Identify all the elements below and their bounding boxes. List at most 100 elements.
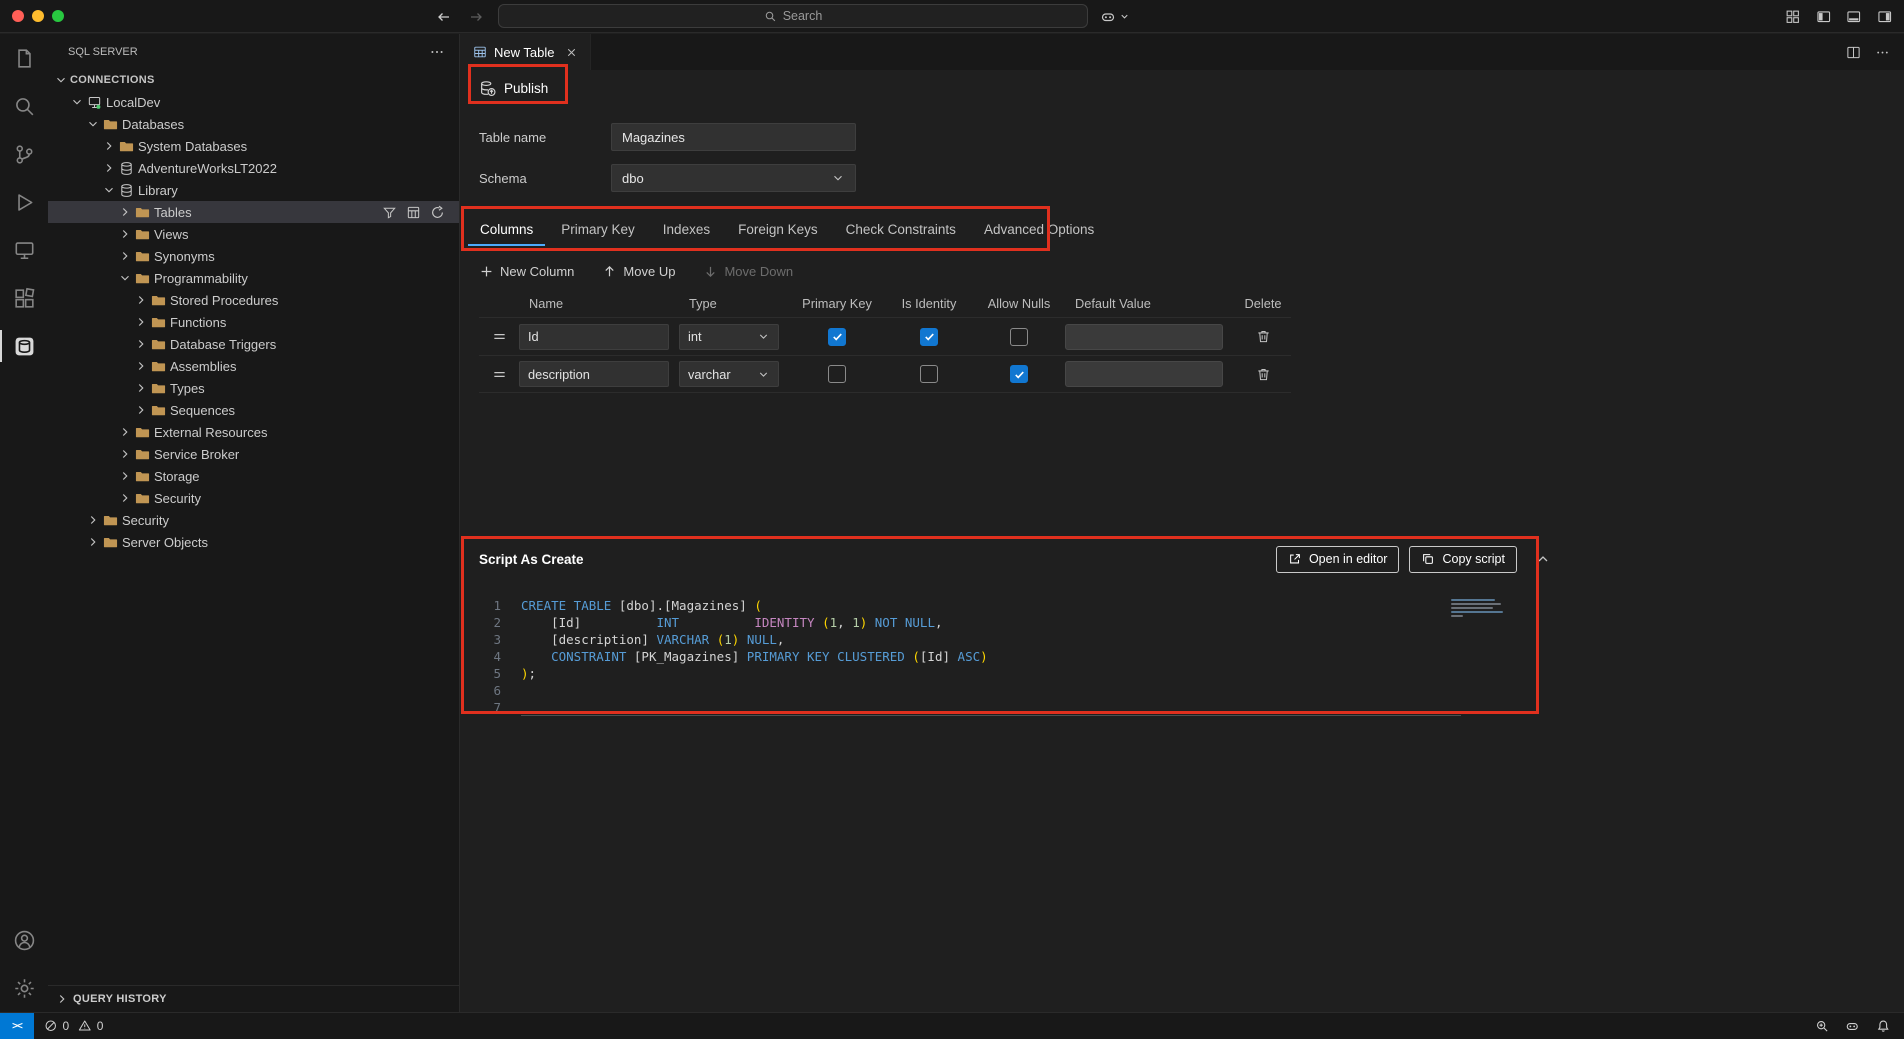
- tree-item-security[interactable]: Security: [48, 487, 459, 509]
- designer-tab-foreign-keys[interactable]: Foreign Keys: [724, 209, 832, 249]
- expand-pane-icon[interactable]: [1535, 551, 1551, 567]
- is-identity-checkbox[interactable]: [920, 365, 938, 383]
- extensions-icon[interactable]: [0, 274, 48, 322]
- tree-item-programmability[interactable]: Programmability: [48, 267, 459, 289]
- copilot-icon[interactable]: [1845, 1019, 1860, 1034]
- tree-item-synonyms[interactable]: Synonyms: [48, 245, 459, 267]
- column-name-input[interactable]: [519, 324, 669, 350]
- errors-count: 0: [63, 1019, 70, 1033]
- drag-handle-icon[interactable]: [492, 367, 507, 382]
- tree-item-databases[interactable]: Databases: [48, 113, 459, 135]
- grid-row-description: varchar: [479, 355, 1291, 393]
- sql-server-icon[interactable]: [0, 322, 48, 370]
- query-history-section[interactable]: QUERY HISTORY: [48, 985, 459, 1012]
- copilot-menu[interactable]: [1100, 0, 1130, 33]
- column-type-select[interactable]: varchar: [679, 361, 779, 387]
- move-up-button[interactable]: Move Up: [602, 264, 675, 279]
- source-control-icon[interactable]: [0, 130, 48, 178]
- new-column-button[interactable]: New Column: [479, 264, 574, 279]
- database-icon: [117, 182, 135, 198]
- delete-row-icon[interactable]: [1256, 367, 1271, 382]
- tree-item-types[interactable]: Types: [48, 377, 459, 399]
- refresh-icon[interactable]: [430, 205, 445, 220]
- minimize-window-button[interactable]: [32, 10, 44, 22]
- run-and-debug-icon[interactable]: [0, 178, 48, 226]
- column-name-input[interactable]: [519, 361, 669, 387]
- allow-nulls-checkbox[interactable]: [1010, 328, 1028, 346]
- search-icon[interactable]: [0, 82, 48, 130]
- designer-tab-primary-key[interactable]: Primary Key: [547, 209, 649, 249]
- script-editor[interactable]: 1CREATE TABLE [dbo].[Magazines] (2 [Id] …: [461, 577, 1561, 716]
- split-editor-icon[interactable]: [1846, 45, 1861, 60]
- toggle-secondary-sidebar-icon[interactable]: [1877, 9, 1893, 25]
- more-actions-icon[interactable]: [429, 44, 445, 60]
- tree-item-adventureworkslt2022[interactable]: AdventureWorksLT2022: [48, 157, 459, 179]
- folder-icon: [133, 204, 151, 220]
- tree-item-tables[interactable]: Tables: [48, 201, 459, 223]
- folder-icon: [133, 446, 151, 462]
- go-forward-icon[interactable]: [468, 9, 484, 25]
- tree-item-library[interactable]: Library: [48, 179, 459, 201]
- folder-icon: [101, 116, 119, 132]
- chevron-right-icon: [117, 226, 133, 242]
- table-icon[interactable]: [406, 205, 421, 220]
- tree-item-storage[interactable]: Storage: [48, 465, 459, 487]
- designer-tab-columns[interactable]: Columns: [466, 209, 547, 249]
- tree-item-views[interactable]: Views: [48, 223, 459, 245]
- go-back-icon[interactable]: [436, 9, 452, 25]
- notifications-bell-icon[interactable]: [1876, 1019, 1891, 1034]
- remote-explorer-icon[interactable]: [0, 226, 48, 274]
- more-actions-icon[interactable]: [1875, 45, 1890, 60]
- primary-key-checkbox[interactable]: [828, 365, 846, 383]
- maximize-window-button[interactable]: [52, 10, 64, 22]
- tree-item-system-databases[interactable]: System Databases: [48, 135, 459, 157]
- default-value-input[interactable]: [1065, 361, 1223, 387]
- folder-icon: [133, 226, 151, 242]
- filter-icon[interactable]: [382, 205, 397, 220]
- open-in-editor-button[interactable]: Open in editor: [1276, 546, 1400, 573]
- delete-row-icon[interactable]: [1256, 329, 1271, 344]
- designer-tab-check-constraints[interactable]: Check Constraints: [832, 209, 970, 249]
- minimap[interactable]: [1451, 599, 1503, 617]
- code-line: 2 [Id] INT IDENTITY (1, 1) NOT NULL,: [461, 614, 1561, 631]
- tree-item-assemblies[interactable]: Assemblies: [48, 355, 459, 377]
- tree-item-localdev[interactable]: LocalDev: [48, 91, 459, 113]
- primary-key-checkbox[interactable]: [828, 328, 846, 346]
- settings-gear-icon[interactable]: [0, 964, 48, 1012]
- explorer-icon[interactable]: [0, 34, 48, 82]
- close-window-button[interactable]: [12, 10, 24, 22]
- tab-new-table[interactable]: New Table: [461, 34, 591, 70]
- publish-button[interactable]: Publish: [479, 74, 548, 102]
- accounts-icon[interactable]: [0, 916, 48, 964]
- drag-handle-icon[interactable]: [492, 329, 507, 344]
- table-name-input[interactable]: [611, 123, 856, 151]
- tree-item-database-triggers[interactable]: Database Triggers: [48, 333, 459, 355]
- toggle-primary-sidebar-icon[interactable]: [1816, 9, 1832, 25]
- tree-item-external-resources[interactable]: External Resources: [48, 421, 459, 443]
- remote-indicator[interactable]: ><: [0, 1013, 34, 1039]
- search-input[interactable]: Search: [498, 4, 1088, 28]
- tree-item-security[interactable]: Security: [48, 509, 459, 531]
- allow-nulls-checkbox[interactable]: [1010, 365, 1028, 383]
- tree-item-functions[interactable]: Functions: [48, 311, 459, 333]
- copilot-icon: [1100, 9, 1116, 25]
- default-value-input[interactable]: [1065, 324, 1223, 350]
- column-type-select[interactable]: int: [679, 324, 779, 350]
- problems-status[interactable]: 0 0: [44, 1019, 107, 1033]
- schema-select[interactable]: dbo: [611, 164, 856, 192]
- zoom-icon[interactable]: [1815, 1019, 1830, 1034]
- move-down-button[interactable]: Move Down: [703, 264, 793, 279]
- toggle-panel-icon[interactable]: [1846, 9, 1862, 25]
- designer-tab-indexes[interactable]: Indexes: [649, 209, 724, 249]
- is-identity-checkbox[interactable]: [920, 328, 938, 346]
- tree-item-service-broker[interactable]: Service Broker: [48, 443, 459, 465]
- close-tab-icon[interactable]: [565, 46, 578, 59]
- designer-tab-advanced-options[interactable]: Advanced Options: [970, 209, 1108, 249]
- copy-script-button[interactable]: Copy script: [1409, 546, 1517, 573]
- customize-layout-icon[interactable]: [1785, 9, 1801, 25]
- tree-item-sequences[interactable]: Sequences: [48, 399, 459, 421]
- tree-item-connections[interactable]: CONNECTIONS: [48, 69, 459, 91]
- folder-icon: [133, 490, 151, 506]
- tree-item-stored-procedures[interactable]: Stored Procedures: [48, 289, 459, 311]
- tree-item-server-objects[interactable]: Server Objects: [48, 531, 459, 553]
